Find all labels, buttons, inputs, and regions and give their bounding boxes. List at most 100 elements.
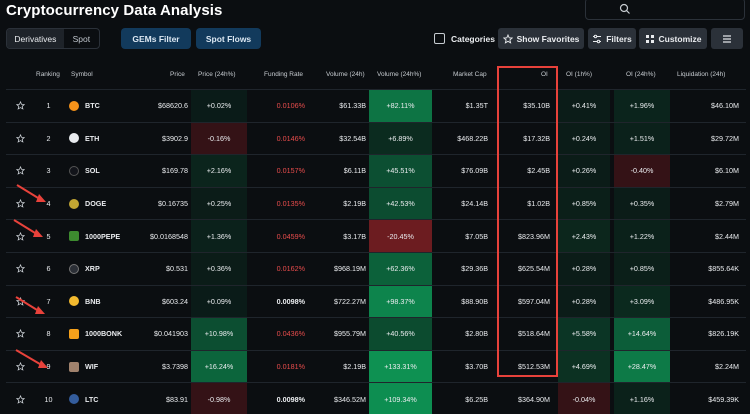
table-row[interactable]: 4DOGE$0.16735+0.25%0.0135%$2.19B+42.53%$… [6, 188, 746, 221]
cell-vol24: +82.11% [369, 90, 432, 122]
favorite-star-icon[interactable] [6, 318, 34, 350]
tab-derivatives[interactable]: Derivatives [7, 29, 64, 48]
cell-vol: $346.52M [308, 383, 366, 414]
symbol-text: SOL [85, 166, 100, 175]
table-row[interactable]: 6XRP$0.531+0.36%0.0162%$968.19M+62.36%$2… [6, 253, 746, 286]
tab-spot[interactable]: Spot [64, 29, 99, 48]
favorite-star-icon[interactable] [6, 155, 34, 187]
header-oi[interactable]: OI [541, 71, 548, 78]
table-row[interactable]: 7BNB$603.24+0.09%0.0098%$722.27M+98.37%$… [6, 286, 746, 319]
cell-price: $0.531 [126, 253, 188, 285]
filters-button[interactable]: Filters [588, 28, 636, 49]
cell-oi24: +0.35% [614, 188, 670, 220]
table-row[interactable]: 9WIF$3.7398+16.24%0.0181%$2.19B+133.31%$… [6, 351, 746, 384]
categories-checkbox[interactable] [434, 33, 445, 44]
header-liquidation[interactable]: Liquidation (24h) [677, 71, 725, 78]
favorite-star-icon[interactable] [6, 188, 34, 220]
cell-liq: $826.19K [676, 318, 739, 350]
header-volume[interactable]: Volume (24h) [326, 71, 365, 78]
cell-p24: +0.25% [191, 188, 247, 220]
cell-rank: 9 [36, 351, 61, 383]
favorite-star-icon[interactable] [6, 351, 34, 383]
search-input[interactable] [585, 0, 745, 20]
show-favorites-button[interactable]: Show Favorites [498, 28, 584, 49]
cell-mcap: $1.35T [436, 90, 488, 122]
cell-mcap: $76.09B [436, 155, 488, 187]
cell-rank: 3 [36, 155, 61, 187]
cell-oi: $518.64M [498, 318, 550, 350]
cell-vol24: +98.37% [369, 286, 432, 318]
cell-rank: 6 [36, 253, 61, 285]
cell-funding: 0.0436% [251, 318, 305, 350]
cell-vol24: +40.56% [369, 318, 432, 350]
customize-button[interactable]: Customize [639, 28, 707, 49]
header-ranking[interactable]: Ranking [36, 71, 60, 78]
categories-toggle[interactable]: Categories [434, 28, 495, 49]
cell-price: $83.91 [126, 383, 188, 414]
cell-oi24: +1.51% [614, 123, 670, 155]
cell-p24: -0.16% [191, 123, 247, 155]
cell-oi24: +1.96% [614, 90, 670, 122]
table-row[interactable]: 2ETH$3902.9-0.16%0.0146%$32.54B+6.89%$46… [6, 123, 746, 156]
cell-rank: 2 [36, 123, 61, 155]
spot-flows-button[interactable]: Spot Flows [196, 28, 261, 49]
table-row[interactable]: 81000BONK$0.041903+10.98%0.0436%$955.79M… [6, 318, 746, 351]
cell-liq: $855.64K [676, 253, 739, 285]
cell-vol: $722.27M [308, 286, 366, 318]
cell-oi: $512.53M [498, 351, 550, 383]
cell-funding: 0.0162% [251, 253, 305, 285]
cell-funding: 0.0181% [251, 351, 305, 383]
favorite-star-icon[interactable] [6, 286, 34, 318]
cell-funding: 0.0098% [251, 286, 305, 318]
menu-button[interactable] [711, 28, 743, 49]
cell-vol24: +6.89% [369, 123, 432, 155]
table-row[interactable]: 10LTC$83.91-0.98%0.0098%$346.52M+109.34%… [6, 383, 746, 414]
gems-filter-button[interactable]: GEMs Filter [121, 28, 191, 49]
cell-mcap: $6.25B [436, 383, 488, 414]
ltc-coin-icon [69, 394, 79, 404]
cell-price: $3902.9 [126, 123, 188, 155]
cell-mcap: $2.80B [436, 318, 488, 350]
cell-funding: 0.0098% [251, 383, 305, 414]
cell-mcap: $29.36B [436, 253, 488, 285]
header-oi-1h[interactable]: OI (1h%) [566, 71, 592, 78]
cell-funding: 0.0135% [251, 188, 305, 220]
header-funding-rate[interactable]: Funding Rate [264, 71, 303, 78]
header-market-cap[interactable]: Market Cap [453, 71, 487, 78]
header-symbol[interactable]: Symbol [71, 71, 93, 78]
cell-oi24: +0.85% [614, 253, 670, 285]
cell-funding: 0.0157% [251, 155, 305, 187]
table-row[interactable]: 3SOL$169.78+2.16%0.0157%$6.11B+45.51%$76… [6, 155, 746, 188]
header-oi-24h[interactable]: OI (24h%) [626, 71, 656, 78]
cell-price: $169.78 [126, 155, 188, 187]
cell-vol24: +45.51% [369, 155, 432, 187]
page-title: Cryptocurrency Data Analysis [6, 2, 223, 19]
cell-funding: 0.0146% [251, 123, 305, 155]
cell-oi: $17.32B [498, 123, 550, 155]
header-price[interactable]: Price [170, 71, 185, 78]
table-row[interactable]: 1BTC$68620.6+0.02%0.0106%$61.33B+82.11%$… [6, 90, 746, 123]
doge-coin-icon [69, 199, 79, 209]
cell-oi24: +1.16% [614, 383, 670, 414]
favorite-star-icon[interactable] [6, 90, 34, 122]
cell-vol: $32.54B [308, 123, 366, 155]
cell-liq: $29.72M [676, 123, 739, 155]
cell-oi: $597.04M [498, 286, 550, 318]
cell-oi24: -0.40% [614, 155, 670, 187]
favorite-star-icon[interactable] [6, 383, 34, 414]
header-volume-24h[interactable]: Volume (24h%) [377, 71, 421, 78]
cell-oi1h: +0.28% [558, 286, 610, 318]
cell-mcap: $88.90B [436, 286, 488, 318]
cell-mcap: $24.14B [436, 188, 488, 220]
btc-coin-icon [69, 101, 79, 111]
favorite-star-icon[interactable] [6, 123, 34, 155]
cell-p24: +0.36% [191, 253, 247, 285]
cell-oi1h: +0.41% [558, 90, 610, 122]
header-price-24h[interactable]: Price (24h%) [198, 71, 236, 78]
cell-price: $0.041903 [126, 318, 188, 350]
table-row[interactable]: 51000PEPE$0.0168548+1.36%0.0459%$3.17B-2… [6, 220, 746, 253]
favorite-star-icon[interactable] [6, 220, 34, 252]
cell-price: $0.0168548 [126, 220, 188, 252]
favorite-star-icon[interactable] [6, 253, 34, 285]
search-icon [619, 3, 631, 15]
